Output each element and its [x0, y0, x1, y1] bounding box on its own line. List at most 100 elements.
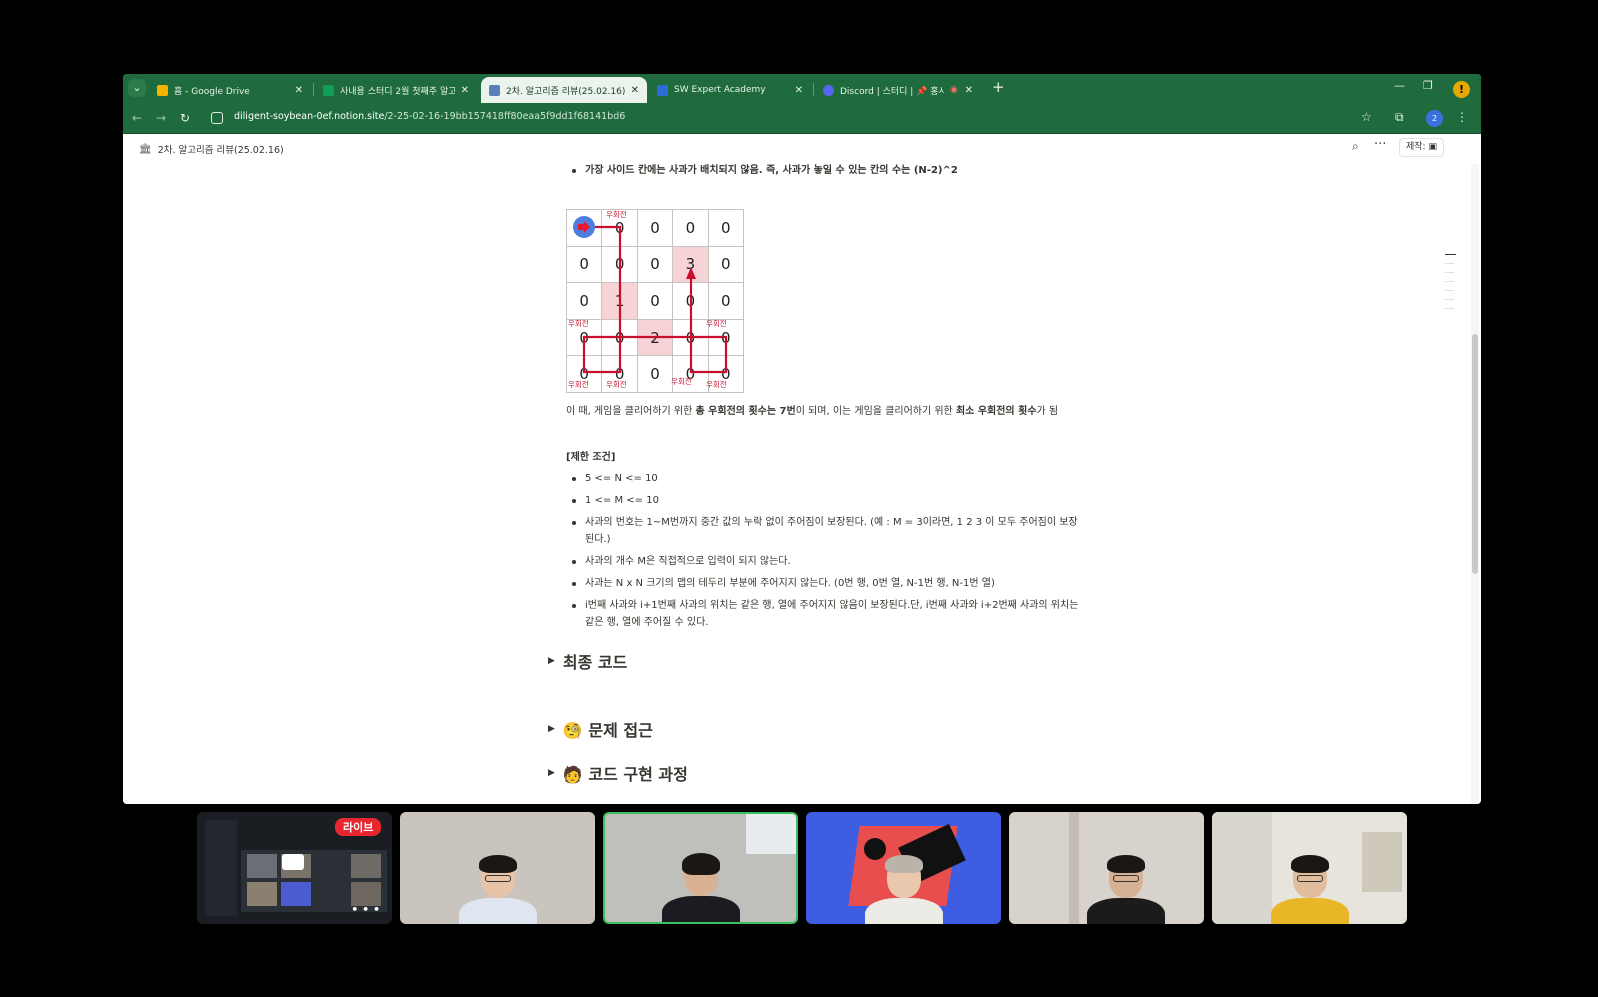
- participant-avatar: [864, 855, 943, 924]
- alert-icon[interactable]: !: [1453, 81, 1470, 98]
- grid-cell: 0: [672, 209, 709, 247]
- tab-notion-active[interactable]: 2차. 알고리즘 리뷰(25.02.16) ✕: [481, 77, 647, 103]
- extensions-icon[interactable]: ⧉: [1395, 110, 1404, 125]
- participant-avatar: [661, 853, 740, 922]
- recording-icon: ◉: [950, 85, 958, 95]
- video-tile-screen-share[interactable]: 라이브 • • •: [197, 812, 392, 924]
- search-icon[interactable]: ⌕: [1352, 139, 1359, 154]
- video-tile-participant-4[interactable]: [806, 812, 1001, 924]
- toggle-arrow-icon[interactable]: ▶: [548, 724, 555, 734]
- scrollbar-thumb[interactable]: [1472, 334, 1478, 574]
- made-with-notion-button[interactable]: 제작: ▣: [1399, 138, 1444, 157]
- conditions-title: [제한 조건]: [566, 452, 616, 463]
- notion-icon: [489, 84, 500, 96]
- tab-discord[interactable]: Discord | 스터디 | 📌 홍시 ◉ ✕: [815, 77, 981, 103]
- toggle-arrow-icon[interactable]: ▶: [548, 768, 555, 778]
- close-icon[interactable]: ✕: [295, 85, 303, 96]
- notion-topbar: 🏛 2차. 알고리즘 리뷰(25.02.16) ⌕ ··· 제작: ▣: [123, 134, 1481, 162]
- profile-avatar[interactable]: 2: [1426, 110, 1443, 127]
- grid-cell: 0: [707, 355, 745, 393]
- table-of-contents-minimap[interactable]: [1445, 254, 1456, 317]
- close-icon[interactable]: ✕: [461, 85, 469, 96]
- toggle-final-code[interactable]: ▶ 최종 코드: [548, 649, 1086, 673]
- grid-row: 00030: [565, 245, 745, 284]
- grid-row: 00000: [565, 355, 745, 393]
- tab-strip: ⌄ 흠 - Google Drive ✕ 사내용 스터디 2월 첫째주 알고 ✕…: [123, 74, 1481, 103]
- close-icon[interactable]: ✕: [795, 85, 803, 96]
- grid-cell: 3: [672, 245, 709, 284]
- grid-cell: 0: [707, 282, 745, 320]
- conditions-list: 5 <= N <= 10 1 <= M <= 10 사과의 번호는 1~M번까지…: [566, 470, 1086, 631]
- grid-cell: 0: [707, 209, 745, 247]
- video-tile-participant-5[interactable]: [1009, 812, 1204, 924]
- discord-icon: [823, 84, 834, 96]
- explanation-paragraph: 이 때, 게임을 클리어하기 위한 총 우회전의 횟수는 7번이 되며, 이는 …: [566, 406, 1059, 417]
- list-item: 가장 사이드 칸에는 사과가 배치되지 않음. 즉, 사과가 놓일 수 있는 칸…: [566, 162, 1086, 179]
- address-bar[interactable]: diligent-soybean-0ef.notion.site/2-25-02…: [234, 111, 625, 122]
- minimize-button[interactable]: —: [1394, 79, 1405, 92]
- grid-cell: 0: [565, 245, 603, 284]
- grid-row: 00200: [565, 318, 745, 357]
- new-tab-button[interactable]: +: [992, 78, 1005, 96]
- participant-avatar: [1087, 855, 1165, 924]
- participant-avatar: [458, 855, 537, 924]
- list-item: 1 <= M <= 10: [566, 492, 1086, 509]
- close-icon[interactable]: ✕: [965, 85, 973, 96]
- reload-icon[interactable]: ↻: [180, 111, 190, 125]
- live-badge: 라이브: [335, 818, 382, 836]
- tab-swea[interactable]: SW Expert Academy ✕: [649, 77, 811, 103]
- bookmark-star-icon[interactable]: ☆: [1361, 110, 1372, 124]
- page-content: 가장 사이드 칸에는 사과가 배치되지 않음. 즉, 사과가 놓일 수 있는 칸…: [548, 162, 1086, 785]
- grid-cell: 0: [565, 355, 603, 393]
- drive-icon: [157, 84, 168, 96]
- grid-cell: 0: [636, 355, 674, 393]
- record-decoration: [864, 838, 886, 860]
- swea-icon: [657, 84, 668, 96]
- browser-window: ⌄ 흠 - Google Drive ✕ 사내용 스터디 2월 첫째주 알고 ✕…: [123, 74, 1481, 804]
- notion-logo-icon: ▣: [1428, 142, 1437, 152]
- more-icon[interactable]: ···: [1374, 137, 1386, 152]
- toggle-implementation[interactable]: ▶ 🧑 코드 구현 과정: [548, 761, 1086, 785]
- video-tile-participant-6[interactable]: [1212, 812, 1407, 924]
- toggle-arrow-icon[interactable]: ▶: [548, 656, 555, 666]
- browser-menu-icon[interactable]: ⋮: [1456, 110, 1468, 124]
- forward-icon[interactable]: →: [156, 111, 166, 125]
- list-item: 사과는 N x N 크기의 맵의 테두리 부분에 주어지지 않는다. (0번 행…: [566, 575, 1086, 592]
- breadcrumb[interactable]: 🏛 2차. 알고리즘 리뷰(25.02.16): [139, 142, 284, 157]
- video-tile-participant-3-speaking[interactable]: [603, 812, 798, 924]
- restore-button[interactable]: ❐: [1423, 79, 1433, 92]
- toggle-problem-approach[interactable]: ▶ 🧐 문제 접근: [548, 717, 1086, 741]
- grid-cell: 0: [672, 318, 709, 357]
- grid-cell: 0: [707, 318, 745, 357]
- site-info-icon[interactable]: [211, 112, 223, 124]
- video-tile-participant-2[interactable]: [400, 812, 595, 924]
- sheets-icon: [323, 84, 334, 96]
- grid-cell: 0: [565, 318, 603, 357]
- grid-row: ➡0000: [565, 209, 745, 247]
- grid-cell: 1: [601, 282, 638, 320]
- back-icon[interactable]: ←: [132, 111, 142, 125]
- browser-toolbar: ← → ↻ diligent-soybean-0ef.notion.site/2…: [123, 103, 1481, 134]
- page-icon: 🏛: [139, 143, 152, 155]
- participant-avatar: [1270, 855, 1349, 924]
- tab-search-dropdown[interactable]: ⌄: [128, 79, 146, 97]
- grid-cell: 0: [672, 355, 709, 393]
- list-item: 사과의 개수 M은 직접적으로 입력이 되지 않는다.: [566, 553, 1086, 570]
- more-options-icon[interactable]: • • •: [351, 903, 380, 916]
- meeting-video-strip: 라이브 • • •: [197, 812, 1407, 924]
- grid-cell: 0: [707, 245, 745, 284]
- tab-google-drive[interactable]: 흠 - Google Drive ✕: [149, 77, 311, 103]
- grid-cell: 0: [636, 209, 674, 247]
- tab-sheets[interactable]: 사내용 스터디 2월 첫째주 알고 ✕: [315, 77, 477, 103]
- notion-page: 🏛 2차. 알고리즘 리뷰(25.02.16) ⌕ ··· 제작: ▣ 가장 사…: [123, 134, 1481, 804]
- screen-share-icon: [282, 854, 304, 870]
- close-icon[interactable]: ✕: [631, 85, 639, 96]
- grid-cell: 0: [601, 355, 638, 393]
- grid-cell: 0: [636, 245, 674, 284]
- list-item: 5 <= N <= 10: [566, 470, 1086, 487]
- grid-cell: ➡: [565, 209, 603, 247]
- list-item: i번째 사과와 i+1번째 사과의 위치는 같은 행, 열에 주어지지 않음이 …: [566, 597, 1086, 631]
- apple-grid-diagram: ➡000000030010000020000000 우회전우회전우회전우회전우회…: [565, 209, 745, 393]
- grid-cell: 0: [601, 245, 638, 284]
- grid-cell: 0: [565, 282, 603, 320]
